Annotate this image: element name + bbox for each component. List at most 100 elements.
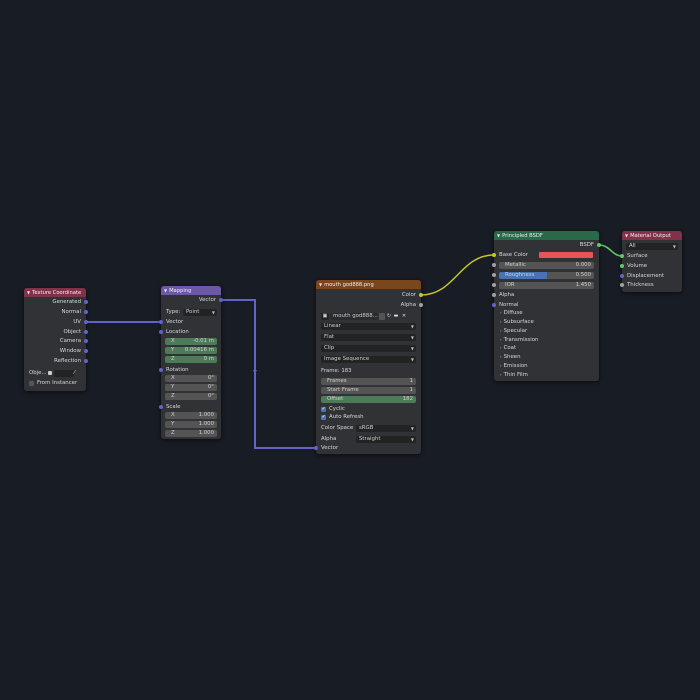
socket-icon[interactable]	[492, 253, 496, 257]
panel-emission[interactable]: › Emission	[494, 362, 599, 370]
location-y-field[interactable]: Y 0.00416 m	[165, 347, 217, 354]
color-space-dropdown[interactable]: sRGB ▼	[356, 424, 416, 432]
ior-field[interactable]: IOR 1.450	[499, 281, 594, 289]
mapping-node[interactable]: ▼ Mapping Vector Type: Point ▼ Vector Loca…	[159, 286, 223, 439]
collapse-chevron-icon[interactable]: ▼	[497, 231, 500, 240]
node-header[interactable]: ▼ Principled BSDF	[494, 231, 599, 240]
scale-z-field[interactable]: Z 1.000	[165, 430, 217, 437]
output-alpha: Alpha	[316, 301, 423, 309]
alpha-mode-dropdown[interactable]: Straight ▼	[356, 435, 416, 443]
socket-icon[interactable]	[620, 254, 624, 258]
object-field[interactable]	[54, 369, 74, 377]
extension-dropdown[interactable]: Clip ▼	[321, 345, 416, 352]
image-texture-node[interactable]: ▼ mouth god888.png Color Alpha ▣ mouth go…	[314, 280, 423, 454]
metallic-field[interactable]: Metallic 0.000	[499, 261, 594, 269]
cyclic-row[interactable]: Cyclic	[316, 405, 421, 413]
collapse-chevron-icon[interactable]: ▼	[27, 288, 30, 297]
socket-icon[interactable]	[492, 273, 496, 277]
socket-icon[interactable]	[84, 330, 88, 334]
socket-icon[interactable]	[84, 310, 88, 314]
from-instancer-row[interactable]: From Instancer	[24, 379, 86, 387]
chevron-right-icon: ›	[500, 345, 502, 350]
start-frame-field[interactable]: Start Frame 1	[321, 387, 416, 394]
socket-icon[interactable]	[492, 283, 496, 287]
target-dropdown[interactable]: All ▼	[626, 243, 678, 250]
link-color-to-basecolor	[420, 254, 495, 296]
node-header[interactable]: ▼ Material Output	[622, 231, 682, 240]
panel-diffuse[interactable]: › Diffuse	[494, 309, 599, 317]
socket-icon[interactable]	[84, 320, 88, 324]
cyclic-label: Cyclic	[329, 406, 345, 412]
offset-field[interactable]: Offset 182	[321, 396, 416, 403]
panel-sheen[interactable]: › Sheen	[494, 353, 599, 361]
collapse-chevron-icon[interactable]: ▼	[164, 286, 167, 295]
socket-icon[interactable]	[597, 243, 601, 247]
auto-refresh-row[interactable]: Auto Refresh	[316, 413, 421, 421]
rotation-x-field[interactable]: X 0°	[165, 375, 217, 382]
socket-icon[interactable]	[84, 349, 88, 353]
link-mapping-to-image	[221, 299, 318, 449]
socket-icon[interactable]	[620, 283, 624, 287]
collapse-chevron-icon[interactable]: ▼	[319, 280, 322, 289]
base-color-swatch[interactable]	[539, 252, 593, 258]
location-z-field[interactable]: Z0 m	[165, 356, 217, 363]
socket-icon[interactable]	[492, 293, 496, 297]
image-browse-icon[interactable]: ▣	[321, 313, 329, 320]
chevron-right-icon: ›	[500, 372, 502, 377]
rotation-y-field[interactable]: Y 0°	[165, 384, 217, 391]
source-dropdown[interactable]: Image Sequence ▼	[321, 356, 416, 363]
link-bsdf-to-surface	[598, 244, 623, 257]
node-title: Principled BSDF	[502, 233, 543, 239]
socket-icon[interactable]	[159, 368, 163, 372]
socket-icon[interactable]	[620, 264, 624, 268]
socket-icon[interactable]	[84, 300, 88, 304]
from-instancer-checkbox[interactable]	[29, 380, 34, 386]
projection-dropdown[interactable]: Flat ▼	[321, 334, 416, 341]
roughness-field[interactable]: Roughness 0.500	[499, 271, 594, 279]
texture-coordinate-node[interactable]: ▼ Texture Coordinate Generated Normal UV …	[24, 288, 88, 391]
cyclic-checkbox[interactable]	[321, 405, 326, 413]
node-editor-canvas[interactable]: ▼ Texture Coordinate Generated Normal UV …	[0, 0, 700, 700]
close-icon[interactable]: ✕	[401, 313, 407, 320]
eyedropper-icon[interactable]: ⁄	[74, 369, 75, 377]
socket-icon[interactable]	[419, 293, 423, 297]
input-scale: Scale	[159, 403, 221, 411]
folder-icon[interactable]: ▬	[393, 313, 399, 320]
image-name-field[interactable]: mouth god888...	[330, 313, 378, 320]
reload-icon[interactable]: ↻	[386, 313, 392, 320]
panel-coat[interactable]: › Coat	[494, 344, 599, 352]
socket-icon[interactable]	[419, 303, 423, 307]
input-volume: Volume	[620, 262, 682, 270]
input-thickness: Thickness	[620, 281, 682, 289]
socket-icon[interactable]	[84, 359, 88, 363]
socket-icon[interactable]	[159, 320, 163, 324]
type-dropdown[interactable]: Point ▼	[183, 308, 217, 316]
rotation-z-field[interactable]: Z 0°	[165, 393, 217, 400]
interpolation-dropdown[interactable]: Linear ▼	[321, 323, 416, 330]
material-output-node[interactable]: ▼ Material Output All ▼ Surface Volume Dis…	[620, 231, 682, 292]
frames-field[interactable]: Frames 1	[321, 378, 416, 385]
scale-y-field[interactable]: Y 1.000	[165, 421, 217, 428]
socket-icon[interactable]	[159, 405, 163, 409]
collapse-chevron-icon[interactable]: ▼	[625, 231, 628, 240]
location-x-field[interactable]: X -0.01 m	[165, 338, 217, 345]
socket-icon[interactable]	[314, 446, 318, 450]
panel-specular[interactable]: › Specular	[494, 327, 599, 335]
node-title: Mapping	[169, 288, 192, 294]
socket-icon[interactable]	[492, 263, 496, 267]
panel-thin-film[interactable]: › Thin Film	[494, 371, 599, 379]
node-header[interactable]: ▼ Mapping	[161, 286, 221, 295]
node-header[interactable]: ▼ mouth god888.png	[316, 280, 421, 289]
principled-bsdf-node[interactable]: ▼ Principled BSDF BSDF Base Color Metalli…	[492, 231, 601, 381]
fake-user-icon[interactable]	[379, 313, 385, 320]
socket-icon[interactable]	[219, 298, 223, 302]
socket-icon[interactable]	[620, 274, 624, 278]
socket-icon[interactable]	[159, 330, 163, 334]
scale-x-field[interactable]: X 1.000	[165, 412, 217, 419]
socket-icon[interactable]	[84, 339, 88, 343]
socket-icon[interactable]	[492, 303, 496, 307]
panel-subsurface[interactable]: › Subsurface	[494, 318, 599, 326]
panel-transmission[interactable]: › Transmission	[494, 336, 599, 344]
node-header[interactable]: ▼ Texture Coordinate	[24, 288, 86, 297]
auto-refresh-checkbox[interactable]	[321, 413, 326, 421]
